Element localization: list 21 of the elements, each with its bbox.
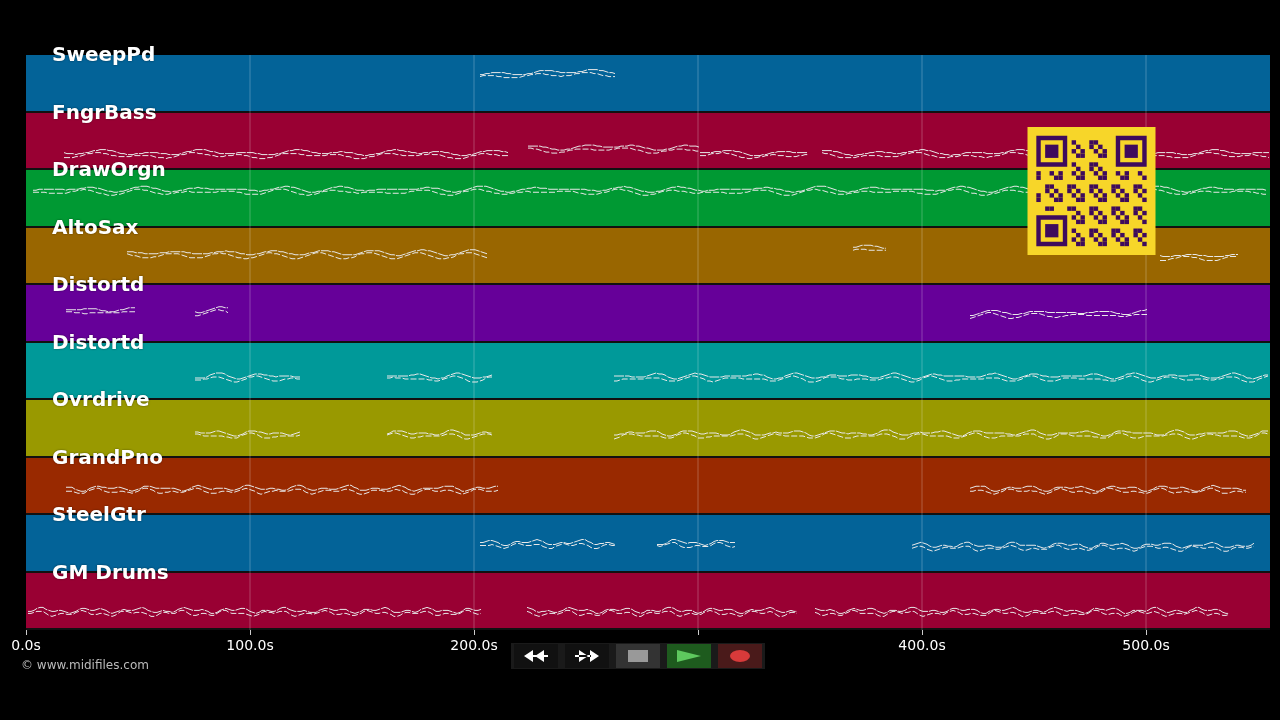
track-name: Distortd [52,272,145,296]
track-name: GrandPno [52,444,163,469]
fast-forward-icon [574,649,600,663]
time-label: 200.0s [450,636,498,654]
time-label: 100.0s [226,636,274,654]
rewind-button[interactable] [514,644,558,668]
record-icon [730,650,750,662]
rewind-icon [523,649,549,663]
record-button[interactable] [718,644,762,668]
time-label: 0.0s [11,636,41,654]
fast-forward-button[interactable] [565,644,609,668]
play-icon [676,649,702,663]
track-name: Distortd [52,329,145,354]
stop-button[interactable] [616,644,660,668]
track-name: Ovrdrive [52,387,150,411]
stop-icon [628,650,648,662]
copyright-text: © www.midifiles.com [21,658,150,672]
time-label: 500.0s [1122,636,1170,654]
track-name: SweepPd [52,42,156,66]
play-button[interactable] [667,644,711,668]
time-label: 400.0s [898,636,946,654]
